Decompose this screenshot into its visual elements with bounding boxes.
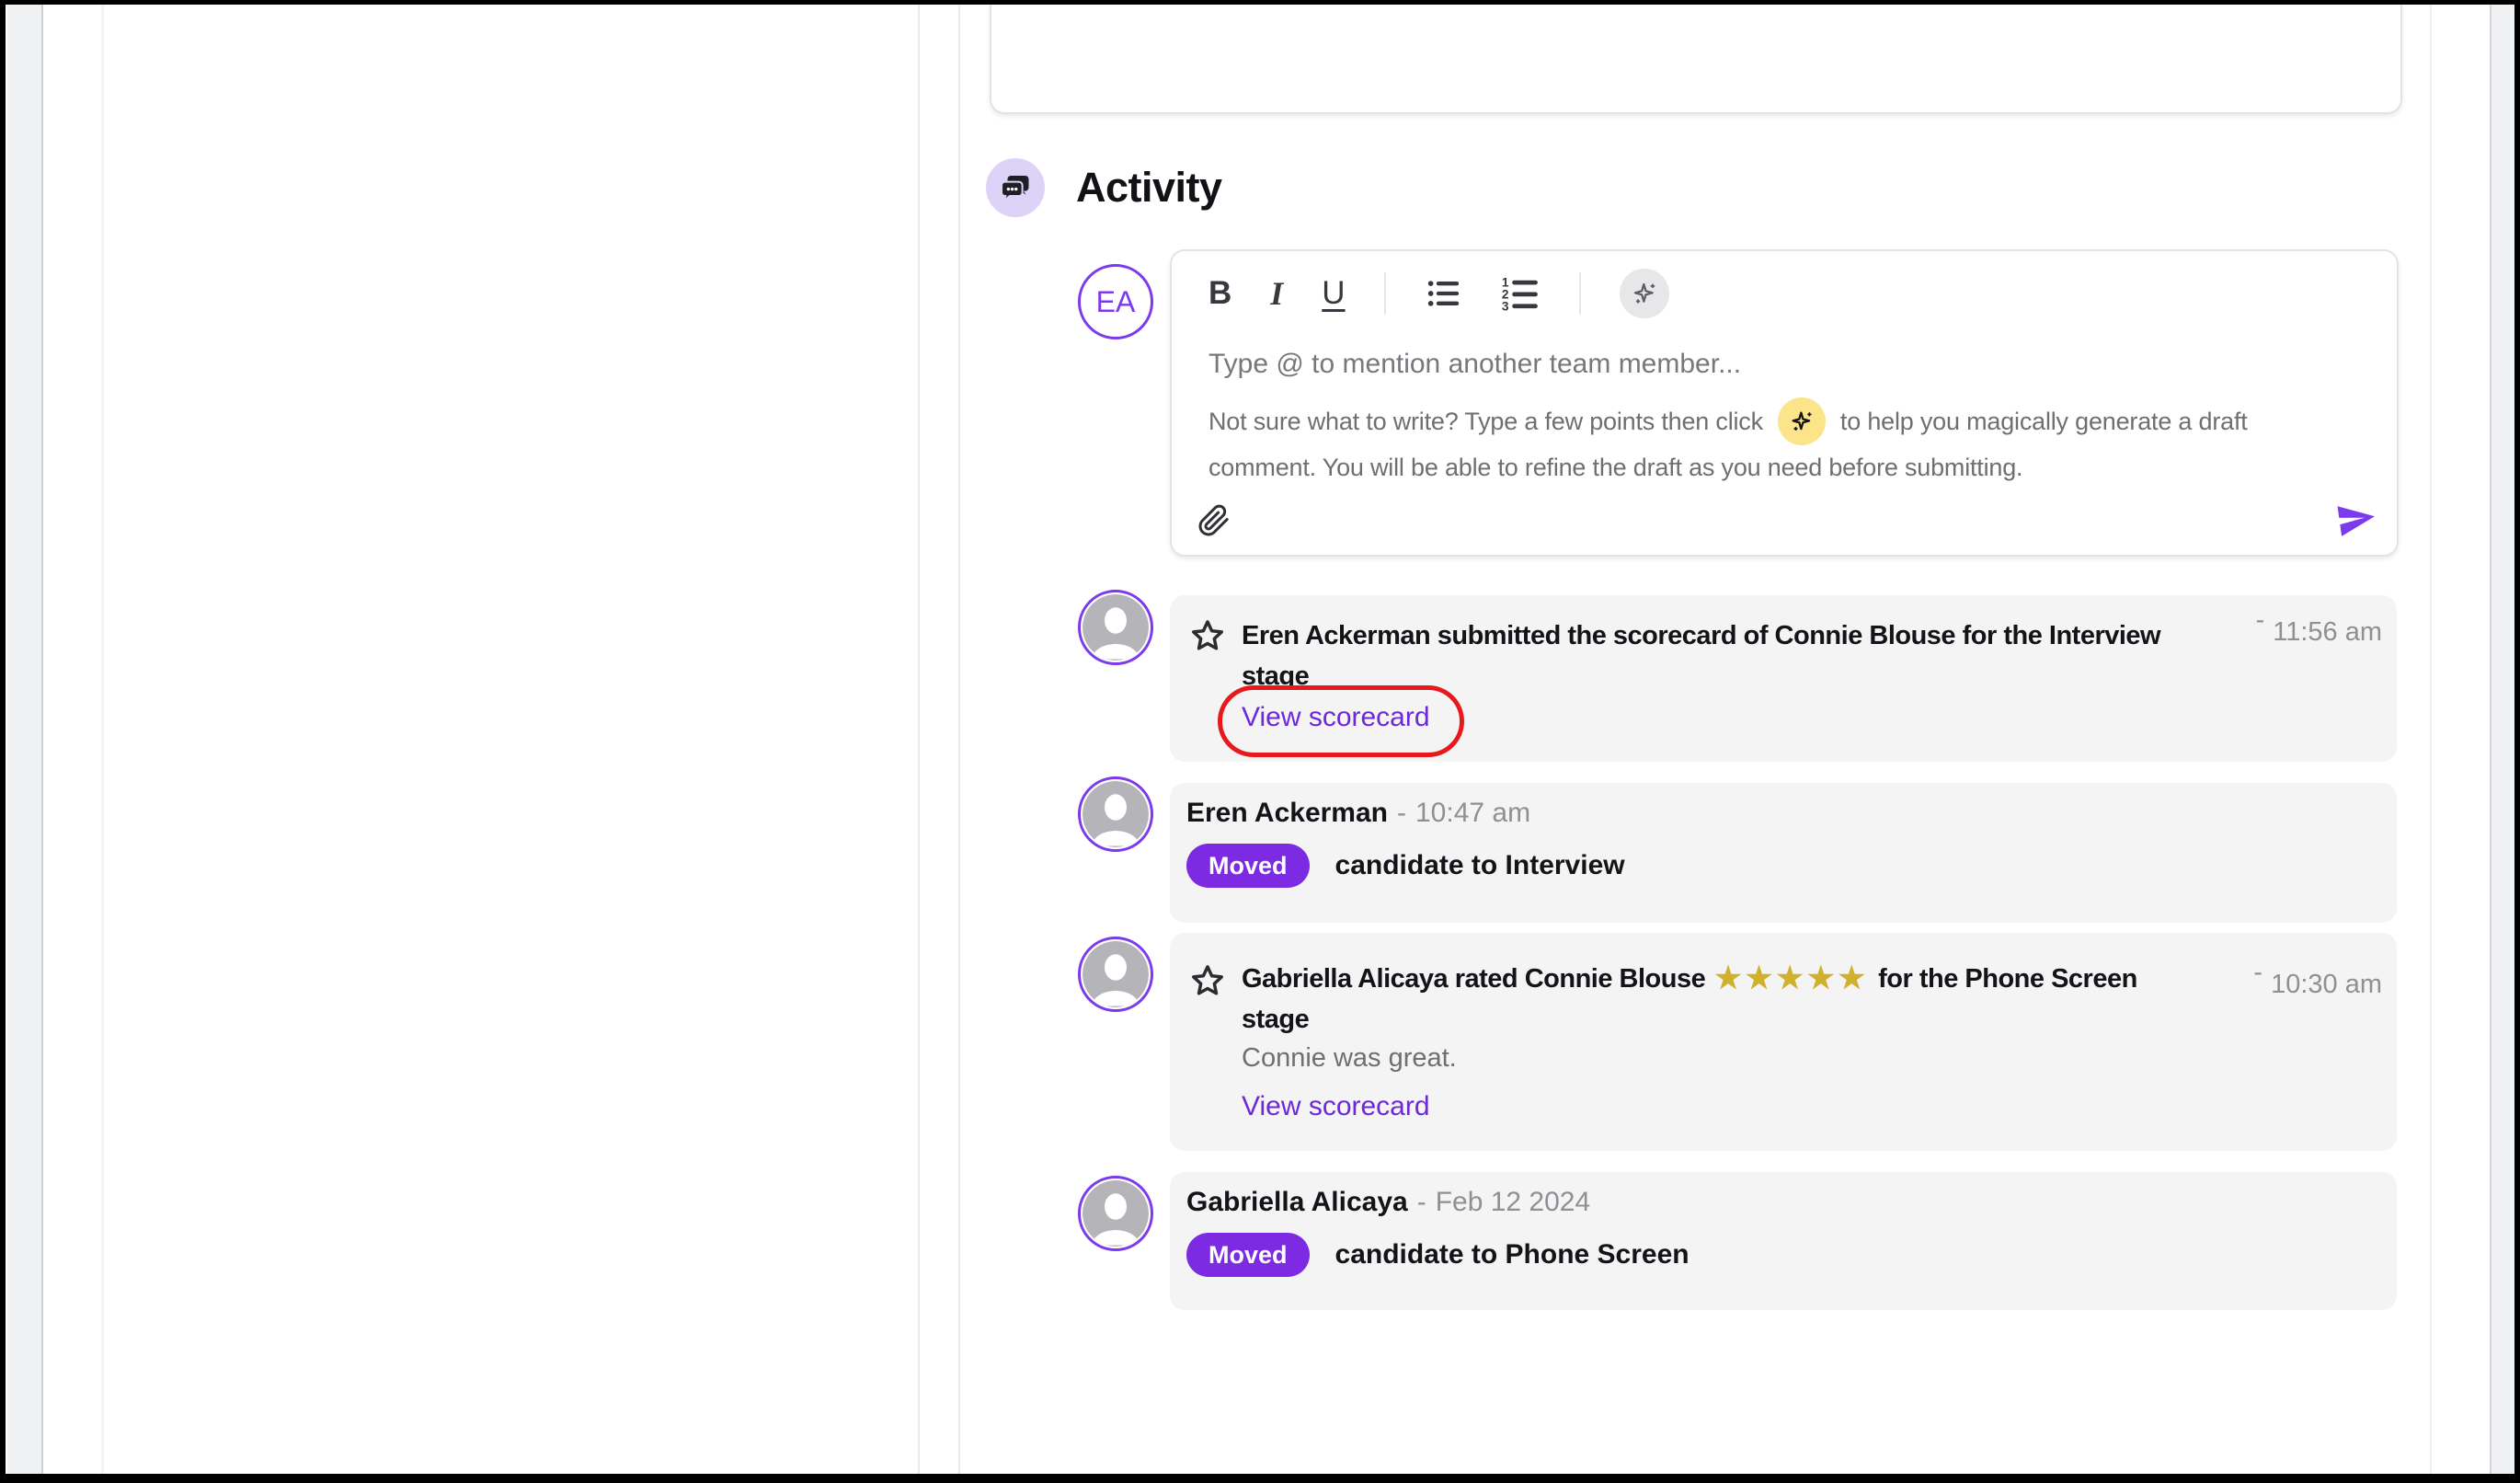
rating-comment: Connie was great. [1242,1043,1457,1074]
toolbar-divider [1384,272,1386,315]
activity-title-before-stars: Gabriella Alicaya rated Connie Blouse [1242,959,1705,999]
activity-title-after-stars: for the Phone Screen [1878,959,2137,999]
editor-placeholder: Type @ to mention another team member... [1208,349,2364,380]
person-silhouette-icon avatar [1078,590,1153,665]
separator-dash: - [1397,798,1406,829]
star-outline-icon [1188,962,1227,1006]
move-action-text: candidate to Interview [1335,850,1625,881]
panel-divider [2430,5,2432,1474]
comment-editor[interactable]: Type @ to mention another team member...… [1208,349,2364,498]
panel-divider [918,5,920,1474]
actor-and-time: Gabriella Alicaya - Feb 12 2024 [1186,1187,1590,1218]
left-scrollbar-gutter [7,5,43,1474]
panel-divider [101,5,104,1474]
rating-stars: ★★★★★ [1714,962,1869,993]
activity-title: Eren Ackerman submitted the scorecard of… [1242,615,2160,696]
bold-button[interactable]: B [1208,275,1231,312]
helper-text-before: Not sure what to write? Type a few point… [1208,408,1763,436]
moved-badge: Moved [1186,1233,1310,1277]
activity-item-scorecard-submitted: Eren Ackerman submitted the scorecard of… [1170,595,2397,762]
rich-text-toolbar: B I U 1 2 3 [1208,264,1669,323]
timestamp: -10:30 am [2253,970,2382,1000]
activity-title-line2: stage [1242,656,2160,696]
activity-title-line2: stage [1242,999,2137,1040]
star-outline-icon [1188,617,1227,661]
timestamp-time: 10:47 am [1415,798,1530,829]
numbered-list-icon[interactable]: 1 2 3 [1500,273,1541,314]
panel-divider [958,5,960,1474]
helper-text-line2: comment. You will be able to refine the … [1208,454,2364,482]
person-silhouette-icon avatar [1078,1176,1153,1251]
separator-dash: - [1417,1187,1426,1218]
activity-item-stage-move: Eren Ackerman - 10:47 am Moved candidate… [1170,783,2397,923]
actor-name: Gabriella Alicaya [1186,1187,1408,1218]
move-action-row: Moved candidate to Interview [1186,844,1625,888]
timestamp-time: 11:56 am [2273,617,2382,647]
activity-title-line1: Eren Ackerman submitted the scorecard of… [1242,615,2160,656]
details-card-partial [990,5,2402,114]
person-silhouette-icon avatar [1078,776,1153,852]
activity-item-rating: Gabriella Alicaya rated Connie Blouse ★★… [1170,933,2397,1151]
moved-badge: Moved [1186,844,1310,888]
underline-button[interactable]: U [1322,275,1345,312]
move-action-row: Moved candidate to Phone Screen [1186,1233,1690,1277]
actor-name: Eren Ackerman [1186,798,1388,829]
move-action-text: candidate to Phone Screen [1335,1239,1690,1270]
timestamp-time: 10:30 am [2271,970,2382,999]
right-scrollbar-gutter [2490,5,2514,1474]
current-user-avatar: EA [1078,264,1153,339]
helper-text-after: to help you magically generate a draft [1840,408,2248,436]
timestamp-time: Feb 12 2024 [1436,1187,1590,1218]
ai-generate-button[interactable] [1620,269,1669,318]
view-scorecard-link[interactable]: View scorecard [1242,1091,1430,1122]
paperclip-icon[interactable] [1197,504,1231,542]
app-window: Activity EA B I U 1 2 3 [0,0,2520,1483]
toolbar-divider [1579,272,1581,315]
timestamp-dash: - [2253,958,2262,987]
person-silhouette-icon avatar [1078,937,1153,1012]
chat-bubbles-icon [986,158,1045,217]
activity-title: Gabriella Alicaya rated Connie Blouse ★★… [1242,959,2137,1040]
activity-item-stage-move: Gabriella Alicaya - Feb 12 2024 Moved ca… [1170,1172,2397,1310]
actor-and-time: Eren Ackerman - 10:47 am [1186,798,1530,829]
svg-text:3: 3 [1501,299,1508,313]
italic-button[interactable]: I [1270,274,1283,313]
sparkles-icon [1778,397,1826,445]
timestamp-dash: - [2256,605,2265,635]
bullet-list-icon[interactable] [1425,275,1461,312]
timestamp: -11:56 am [2256,617,2382,648]
ai-helper-text: Not sure what to write? Type a few point… [1208,395,2364,482]
view-scorecard-link[interactable]: View scorecard [1242,702,1430,733]
send-button paper-plane-icon[interactable] [2336,499,2377,544]
comment-composer: B I U 1 2 3 [1170,249,2399,557]
page-title: Activity [1076,164,1222,212]
